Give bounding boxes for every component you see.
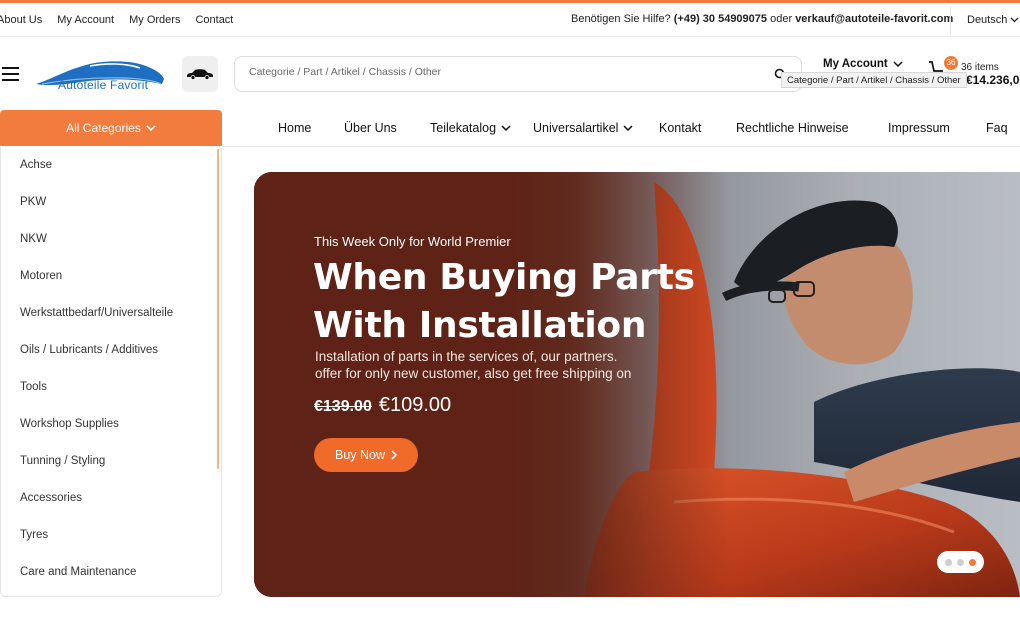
- help-or: oder: [770, 13, 793, 25]
- buy-now-label: Buy Now: [334, 448, 386, 462]
- chevron-right-icon: [391, 450, 398, 460]
- hero-desc-line1: Installation of parts in the services of…: [315, 349, 618, 364]
- top-utility-bar: About Us My Account My Orders Contact Be…: [0, 3, 1020, 37]
- top-link-my-account[interactable]: My Account: [57, 14, 114, 26]
- nav-label: Über Uns: [344, 121, 397, 135]
- hero-prices: €139.00 €109.00: [314, 394, 451, 417]
- slider-dot-3[interactable]: [969, 558, 976, 566]
- logo-text[interactable]: Autoteile Favorit: [58, 78, 148, 92]
- search-input[interactable]: [249, 66, 749, 78]
- category-workshop-supplies[interactable]: Workshop Supplies: [1, 406, 221, 443]
- category-pkw[interactable]: PKW: [1, 184, 221, 221]
- new-price: €109.00: [378, 394, 452, 416]
- chevron-down-icon: [1010, 17, 1019, 23]
- nav-faq[interactable]: Faq: [986, 121, 1008, 135]
- language-label: Deutsch: [967, 14, 1008, 26]
- nav-rechtliche-hinweise[interactable]: Rechtliche Hinweise: [736, 121, 849, 135]
- vehicle-select-button[interactable]: [182, 56, 218, 92]
- hero-pretitle: This Week Only for World Premier: [314, 234, 511, 249]
- nav-impressum[interactable]: Impressum: [888, 121, 950, 135]
- top-link-contact[interactable]: Contact: [195, 14, 233, 26]
- search-bar: [234, 56, 802, 92]
- category-care-maintenance[interactable]: Care and Maintenance: [1, 554, 221, 591]
- search-tooltip: Categorie / Part / Artikel / Chassis / O…: [781, 72, 967, 88]
- chevron-down-icon: [893, 61, 903, 67]
- all-categories-label: All Categories: [66, 121, 141, 135]
- nav-label: Kontakt: [659, 121, 702, 135]
- hero-banner: This Week Only for World Premier When Bu…: [254, 172, 1020, 597]
- chevron-down-icon: [623, 125, 633, 131]
- top-link-about-us[interactable]: About Us: [0, 14, 42, 26]
- account-label: My Account: [823, 58, 888, 70]
- chevron-down-icon: [146, 125, 156, 131]
- top-links: About Us My Account My Orders Contact: [0, 14, 233, 26]
- slider-dot-2[interactable]: [957, 558, 964, 566]
- hero-description: Installation of parts in the services of…: [315, 348, 655, 382]
- nav-universalartikel[interactable]: Universalartikel: [533, 121, 633, 135]
- hero-title-line1: When Buying Parts: [313, 257, 695, 298]
- cart-count-badge: 36: [944, 56, 958, 70]
- category-oils[interactable]: Oils / Lubricants / Additives: [1, 332, 221, 369]
- car-icon: [187, 69, 213, 80]
- language-selector[interactable]: Deutsch: [967, 14, 1019, 26]
- topbar-divider: [950, 7, 951, 35]
- category-tunning-styling[interactable]: Tunning / Styling: [1, 443, 221, 480]
- nav-label: Rechtliche Hinweise: [736, 121, 849, 135]
- nav-uber-uns[interactable]: Über Uns: [344, 121, 397, 135]
- help-email[interactable]: verkauf@autoteile-favorit.com: [795, 13, 953, 25]
- help-phone[interactable]: (+49) 30 54909075: [674, 13, 767, 25]
- category-nkw[interactable]: NKW: [1, 221, 221, 258]
- my-account-dropdown[interactable]: My Account: [823, 58, 903, 70]
- main-navigation: Home Über Uns Teilekatalog Universalarti…: [222, 110, 1020, 147]
- hero-desc-line2: offer for only new customer, also get fr…: [315, 366, 632, 381]
- help-contact-text: Benötigen Sie Hilfe? (+49) 30 54909075 o…: [571, 13, 953, 25]
- slider-pagination: [937, 551, 984, 573]
- category-motoren[interactable]: Motoren: [1, 258, 221, 295]
- hero-title-line2: With Installation: [313, 305, 647, 346]
- top-link-my-orders[interactable]: My Orders: [129, 14, 180, 26]
- nav-label: Faq: [986, 121, 1008, 135]
- help-prefix: Benötigen Sie Hilfe?: [571, 13, 671, 25]
- sidebar-scrollbar[interactable]: [217, 149, 219, 469]
- buy-now-button[interactable]: Buy Now: [314, 438, 418, 472]
- nav-label: Impressum: [888, 121, 950, 135]
- menu-icon[interactable]: [2, 67, 19, 81]
- nav-label: Home: [278, 121, 312, 135]
- nav-label: Universalartikel: [533, 121, 619, 135]
- category-accessories[interactable]: Accessories: [1, 480, 221, 517]
- nav-home[interactable]: Home: [278, 121, 311, 135]
- category-sidebar: Achse PKW NKW Motoren Werkstattbedarf/Un…: [0, 147, 222, 597]
- nav-kontakt[interactable]: Kontakt: [659, 121, 701, 135]
- category-tyres[interactable]: Tyres: [1, 517, 221, 554]
- category-tools[interactable]: Tools: [1, 369, 221, 406]
- old-price: €139.00: [314, 398, 372, 415]
- cart-total: €14.236,00: [966, 73, 1020, 87]
- nav-label: Teilekatalog: [430, 121, 497, 135]
- all-categories-button[interactable]: All Categories: [0, 110, 222, 146]
- category-werkstattbedarf[interactable]: Werkstattbedarf/Universalteile: [1, 295, 221, 332]
- chevron-down-icon: [501, 125, 511, 131]
- nav-teilekatalog[interactable]: Teilekatalog: [430, 121, 511, 135]
- slider-dot-1[interactable]: [945, 558, 952, 566]
- category-achse[interactable]: Achse: [1, 147, 221, 184]
- hero-title: When Buying Parts With Installation: [313, 254, 733, 350]
